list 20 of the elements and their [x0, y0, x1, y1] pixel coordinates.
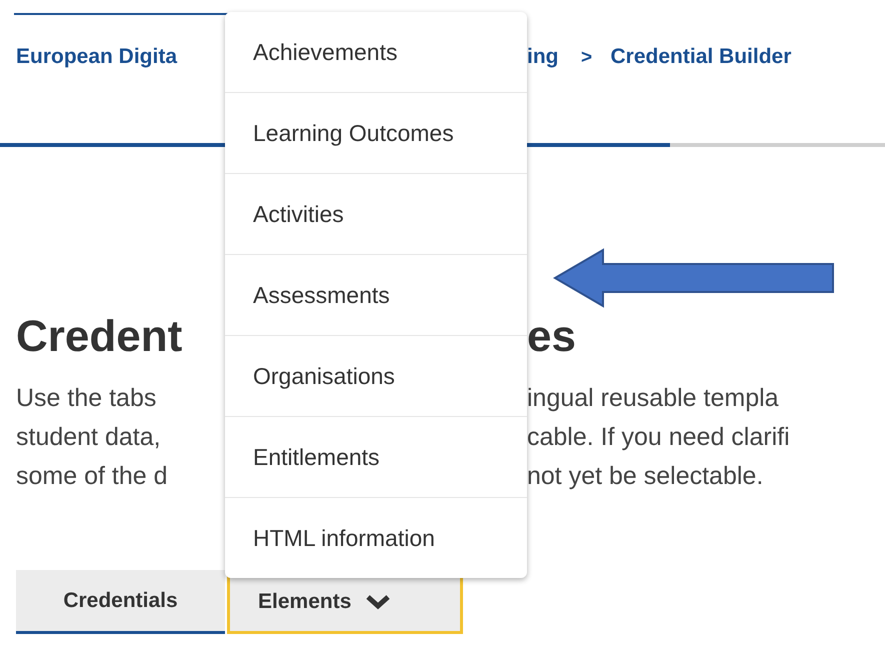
intro-text: not yet be selectable.	[527, 462, 764, 491]
intro-text: ingual reusable templa	[527, 384, 780, 413]
breadcrumb-link[interactable]: ing	[527, 45, 558, 68]
intro-text: cable. If you need clarifi	[527, 423, 791, 452]
page-heading: es	[527, 312, 577, 362]
page-heading: Credent	[16, 312, 184, 362]
breadcrumb-current: Credential Builder	[610, 45, 792, 68]
menu-item[interactable]: Assessments	[225, 255, 527, 336]
intro-text: some of the d	[16, 462, 168, 491]
menu-item[interactable]: Organisations	[225, 336, 527, 417]
breadcrumb-link[interactable]: European Digita	[16, 45, 225, 69]
intro-text: student data,	[16, 423, 162, 452]
credentials-tab[interactable]: Credentials	[16, 570, 225, 634]
intro-text: Use the tabs	[16, 384, 158, 413]
menu-item[interactable]: Learning Outcomes	[225, 93, 527, 174]
chevron-down-icon	[365, 594, 392, 610]
menu-item[interactable]: Activities	[225, 174, 527, 255]
menu-item[interactable]: Entitlements	[225, 417, 527, 498]
menu-item[interactable]: Achievements	[225, 12, 527, 93]
breadcrumb-separator: >	[580, 47, 592, 68]
